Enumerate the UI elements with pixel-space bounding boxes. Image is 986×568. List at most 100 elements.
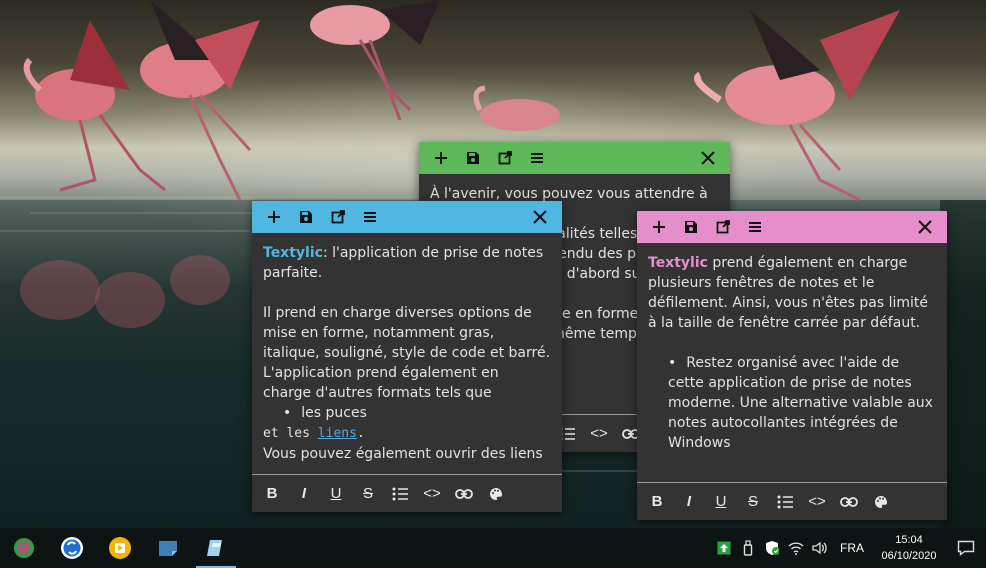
paragraph: Textylic prend également en charge plusi… [648, 253, 936, 333]
open-external-icon [498, 151, 512, 165]
tray-wifi[interactable] [784, 528, 808, 568]
palette-button[interactable] [865, 488, 897, 516]
underline-button[interactable]: U [705, 488, 737, 516]
clock[interactable]: 15:04 06/10/2020 [872, 532, 946, 564]
brand-text: Textylic [648, 255, 708, 271]
new-note-button[interactable] [643, 213, 675, 241]
new-note-button[interactable] [258, 203, 290, 231]
link-icon [455, 488, 473, 499]
action-center-button[interactable] [946, 528, 986, 568]
note-titlebar[interactable] [637, 211, 947, 243]
brand-text: Textylic [263, 245, 323, 261]
clock-time: 15:04 [895, 534, 923, 546]
menu-icon [749, 222, 761, 232]
save-button[interactable] [457, 144, 489, 172]
italic-button[interactable]: I [288, 480, 320, 508]
palette-button[interactable] [480, 480, 512, 508]
plus-icon [435, 152, 447, 164]
grid-app-icon [14, 538, 34, 558]
usb-drive-icon [743, 540, 753, 556]
menu-icon [531, 153, 543, 163]
note-titlebar[interactable] [252, 201, 562, 233]
italic-button[interactable]: I [673, 488, 705, 516]
save-icon [467, 152, 479, 164]
save-button[interactable] [675, 213, 707, 241]
close-button[interactable] [524, 203, 556, 231]
textylic-icon [207, 540, 222, 556]
taskbar: FRA 15:04 06/10/2020 [0, 528, 986, 568]
code-text: et les [263, 426, 318, 441]
save-button[interactable] [290, 203, 322, 231]
close-icon [918, 220, 932, 234]
note-window-blue[interactable]: Textylic: l'application de prise de note… [252, 201, 562, 512]
upload-arrow-icon [717, 541, 731, 555]
palette-icon [875, 495, 887, 508]
system-tray: FRA 15:04 06/10/2020 [712, 528, 986, 568]
code-button[interactable]: <> [801, 488, 833, 516]
hyperlink[interactable]: liens [318, 426, 357, 441]
shield-icon [766, 541, 779, 555]
paragraph: Textylic: l'application de prise de note… [263, 243, 551, 283]
clock-date: 06/10/2020 [881, 550, 937, 562]
notification-icon [957, 540, 975, 556]
open-external-icon [331, 210, 345, 224]
close-button[interactable] [909, 213, 941, 241]
tray-usb[interactable] [736, 528, 760, 568]
bold-button[interactable]: B [641, 488, 673, 516]
wifi-icon [788, 542, 804, 555]
paragraph: Vous pouvez également ouvrir des liens [263, 446, 543, 462]
code-button[interactable]: <> [583, 420, 615, 448]
tray-update[interactable] [712, 528, 736, 568]
paragraph: et les liens. [263, 423, 551, 444]
link-icon [840, 496, 858, 507]
bullet-list-icon [392, 487, 408, 500]
bullet-list-icon [777, 495, 793, 508]
plus-icon [653, 221, 665, 233]
bullet-item: les puces [263, 403, 551, 423]
code-text: . [356, 426, 365, 441]
bullet-list-button[interactable] [384, 480, 416, 508]
open-external-button[interactable] [322, 203, 354, 231]
sync-app-icon [61, 537, 83, 559]
strikethrough-button[interactable]: S [352, 480, 384, 508]
tray-volume[interactable] [808, 528, 832, 568]
note-content[interactable]: Textylic prend également en charge plusi… [637, 243, 947, 453]
taskbar-app-sticky-notes[interactable] [144, 528, 192, 568]
code-button[interactable]: <> [416, 480, 448, 508]
link-button[interactable] [833, 488, 865, 516]
close-button[interactable] [692, 144, 724, 172]
sticky-notes-icon [159, 541, 177, 556]
menu-button[interactable] [739, 213, 771, 241]
underline-button[interactable]: U [320, 480, 352, 508]
link-button[interactable] [448, 480, 480, 508]
note-window-pink[interactable]: Textylic prend également en charge plusi… [637, 211, 947, 520]
bullet-list-button[interactable] [769, 488, 801, 516]
save-icon [300, 211, 312, 223]
close-icon [533, 210, 547, 224]
taskbar-app-textylic[interactable] [192, 528, 240, 568]
open-external-icon [716, 220, 730, 234]
note-titlebar[interactable] [419, 142, 730, 174]
tray-security[interactable] [760, 528, 784, 568]
open-external-button[interactable] [489, 144, 521, 172]
bullet-item: Restez organisé avec l'aide de cette app… [648, 353, 936, 453]
menu-button[interactable] [354, 203, 386, 231]
open-external-button[interactable] [707, 213, 739, 241]
note-content[interactable]: Textylic: l'application de prise de note… [252, 233, 562, 464]
strikethrough-button[interactable]: S [737, 488, 769, 516]
taskbar-app-grid[interactable] [0, 528, 48, 568]
format-toolbar: B I U S <> [637, 482, 947, 520]
volume-icon [812, 541, 827, 555]
format-toolbar: B I U S <> [252, 474, 562, 512]
taskbar-app-sync[interactable] [48, 528, 96, 568]
save-icon [685, 221, 697, 233]
bold-button[interactable]: B [256, 480, 288, 508]
paragraph: Il prend en charge diverses options de m… [263, 305, 551, 401]
new-note-button[interactable] [425, 144, 457, 172]
menu-icon [364, 212, 376, 222]
menu-button[interactable] [521, 144, 553, 172]
plus-icon [268, 211, 280, 223]
taskbar-app-media[interactable] [96, 528, 144, 568]
input-language[interactable]: FRA [832, 541, 872, 555]
palette-icon [490, 487, 502, 500]
